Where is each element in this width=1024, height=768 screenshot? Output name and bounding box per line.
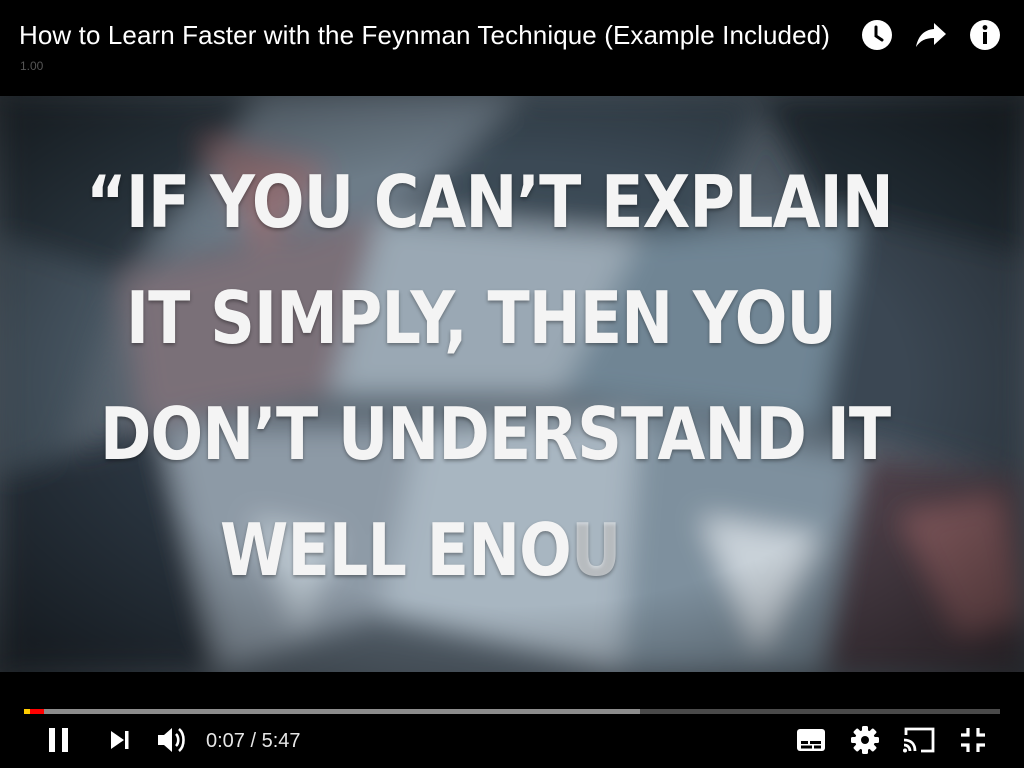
pause-button[interactable] — [41, 724, 77, 760]
progress-bar[interactable] — [24, 709, 1000, 714]
captions-icon — [796, 728, 826, 757]
next-button[interactable] — [102, 724, 138, 760]
progress-buffered — [24, 709, 640, 714]
quote-line-2: IT SIMPLY, THEN YOU — [126, 276, 837, 360]
progress-marker — [24, 709, 30, 714]
cast-button[interactable] — [901, 724, 937, 760]
watch-later-icon[interactable] — [860, 18, 894, 52]
next-icon — [109, 729, 131, 756]
volume-button[interactable] — [154, 724, 190, 760]
title-bar: How to Learn Faster with the Feynman Tec… — [0, 0, 1024, 96]
video-player: How to Learn Faster with the Feynman Tec… — [0, 0, 1024, 768]
video-title[interactable]: How to Learn Faster with the Feynman Tec… — [19, 18, 830, 52]
quote-line-3: DON’T UNDERSTAND IT — [100, 392, 891, 476]
cast-icon — [902, 726, 936, 759]
quote-line-1: “IF YOU CAN’T EXPLAIN — [86, 160, 894, 244]
player-controls: 0:07 / 5:47 — [0, 672, 1024, 768]
playback-speed: 1.00 — [20, 59, 44, 73]
pause-icon — [47, 727, 71, 758]
exit-fullscreen-icon — [959, 726, 987, 759]
settings-button[interactable] — [847, 724, 883, 760]
quote-fading-char: U — [570, 508, 621, 592]
quote-line-4-text: WELL ENO — [220, 508, 572, 592]
quote-line-4: WELL ENOU — [220, 508, 621, 592]
volume-icon — [156, 725, 188, 760]
captions-button[interactable] — [793, 724, 829, 760]
info-icon[interactable] — [968, 18, 1002, 52]
share-icon[interactable] — [914, 18, 948, 52]
exit-fullscreen-button[interactable] — [955, 724, 991, 760]
video-frame[interactable]: “IF YOU CAN’T EXPLAIN IT SIMPLY, THEN YO… — [0, 96, 1024, 672]
time-display: 0:07 / 5:47 — [206, 730, 301, 752]
settings-icon — [851, 725, 879, 759]
